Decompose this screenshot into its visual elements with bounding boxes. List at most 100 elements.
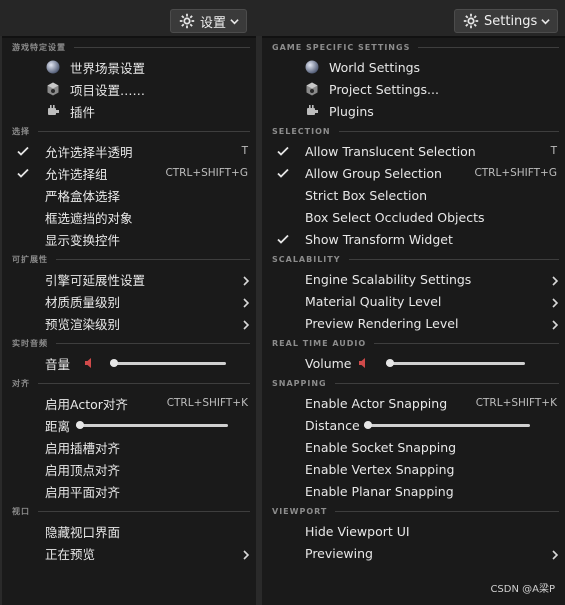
menu-item-label: 项目设置…… — [70, 82, 146, 98]
menu-item-label: Preview Rendering Level — [305, 315, 459, 331]
menu-item-label: Material Quality Level — [305, 293, 442, 309]
shortcut-text: CTRL+SHIFT+K — [475, 397, 557, 409]
gear-icon — [463, 13, 479, 29]
menu-item[interactable]: 启用平面对齐 — [2, 480, 256, 502]
menu-item[interactable]: Plugins — [262, 100, 565, 122]
settings-button-en[interactable]: Settings — [454, 9, 559, 33]
checkmark-icon — [16, 144, 30, 158]
section-divider — [38, 130, 250, 132]
menu-item[interactable]: 音量 — [2, 352, 256, 374]
section-title: REAL TIME AUDIO — [272, 338, 367, 348]
section-title: 视口 — [12, 506, 30, 516]
menu-item[interactable]: 距离 — [2, 414, 256, 436]
menu-item-label: Plugins — [329, 103, 374, 119]
chevron-right-icon — [242, 296, 250, 308]
section-header: 对齐 — [2, 374, 256, 392]
distance-slider[interactable] — [364, 421, 530, 429]
section-divider — [348, 258, 559, 260]
slider-thumb[interactable] — [110, 359, 118, 367]
menu-item-label: Allow Group Selection — [305, 165, 442, 181]
menu-item-label: Previewing — [305, 545, 373, 561]
menu-item[interactable]: Hide Viewport UI — [262, 520, 565, 542]
section-header: SCALABILITY — [262, 250, 565, 268]
menu-item[interactable]: 显示变换控件 — [2, 228, 256, 250]
menu-item-label: Enable Socket Snapping — [305, 439, 457, 455]
section-header: 实时音频 — [2, 334, 256, 352]
menu-item[interactable]: 严格盒体选择 — [2, 184, 256, 206]
menu-item[interactable]: 框选遮挡的对象 — [2, 206, 256, 228]
menu-item[interactable]: 项目设置…… — [2, 78, 256, 100]
globe-icon — [304, 59, 320, 75]
menu-item[interactable]: 允许选择半透明 T — [2, 140, 256, 162]
menu-item[interactable]: Previewing — [262, 542, 565, 564]
menu-item[interactable]: 允许选择组 CTRL+SHIFT+G — [2, 162, 256, 184]
menu-item[interactable]: Enable Socket Snapping — [262, 436, 565, 458]
menu-item[interactable]: Enable Planar Snapping — [262, 480, 565, 502]
menu-item-label: 启用顶点对齐 — [45, 462, 121, 478]
menu-item[interactable]: 启用Actor对齐 CTRL+SHIFT+K — [2, 392, 256, 414]
menu-item[interactable]: 正在预览 — [2, 542, 256, 564]
distance-slider[interactable] — [76, 421, 228, 429]
menu-item[interactable]: 材质质量级别 — [2, 290, 256, 312]
menu-item[interactable]: World Settings — [262, 56, 565, 78]
shortcut-text: CTRL+SHIFT+K — [166, 397, 248, 409]
menu-item-label: Strict Box Selection — [305, 187, 428, 203]
section-title: SCALABILITY — [272, 254, 341, 264]
menu-item[interactable]: Engine Scalability Settings — [262, 268, 565, 290]
menu-item[interactable]: Enable Vertex Snapping — [262, 458, 565, 480]
shortcut-text: CTRL+SHIFT+G — [474, 167, 557, 179]
menu-item[interactable]: 预览渲染级别 — [2, 312, 256, 334]
section-header: SNAPPING — [262, 374, 565, 392]
menu-item-label: Allow Translucent Selection — [305, 143, 476, 159]
menu-item[interactable]: Project Settings... — [262, 78, 565, 100]
section-header: 选择 — [2, 122, 256, 140]
menu-item-label: 插件 — [70, 104, 96, 120]
chevron-right-icon — [551, 296, 559, 308]
menu-item-label: 框选遮挡的对象 — [45, 210, 133, 226]
menu-item-label: 严格盒体选择 — [45, 188, 121, 204]
settings-button-label: Settings — [484, 13, 538, 29]
section-title: 对齐 — [12, 378, 30, 388]
menu-item-label: Hide Viewport UI — [305, 523, 410, 539]
menu-item-label: Project Settings... — [329, 81, 439, 97]
menu-item[interactable]: Strict Box Selection — [262, 184, 565, 206]
section-divider — [374, 342, 559, 344]
slider-thumb[interactable] — [364, 421, 372, 429]
menu-item-label: 隐藏视口界面 — [45, 524, 121, 540]
menu-item[interactable]: 插件 — [2, 100, 256, 122]
section-divider — [334, 382, 559, 384]
menu-item-label: World Settings — [329, 59, 421, 75]
menu-item[interactable]: 启用插槽对齐 — [2, 436, 256, 458]
slider-thumb[interactable] — [386, 359, 394, 367]
menu-item[interactable]: Show Transform Widget — [262, 228, 565, 250]
menu-item[interactable]: Allow Translucent Selection T — [262, 140, 565, 162]
menu-item[interactable]: Enable Actor Snapping CTRL+SHIFT+K — [262, 392, 565, 414]
menu-item-label: Volume — [305, 355, 352, 371]
menu-item-label: 允许选择组 — [45, 166, 108, 182]
section-header: 可扩展性 — [2, 250, 256, 268]
section-title: SELECTION — [272, 126, 331, 136]
section-header: GAME SPECIFIC SETTINGS — [262, 38, 565, 56]
menu-item[interactable]: Volume — [262, 352, 565, 374]
chevron-right-icon — [551, 318, 559, 330]
volume-slider[interactable] — [386, 359, 525, 367]
menu-item[interactable]: 隐藏视口界面 — [2, 520, 256, 542]
section-divider — [418, 46, 559, 48]
menu-item[interactable]: 引擎可延展性设置 — [2, 268, 256, 290]
menu-item[interactable]: 启用顶点对齐 — [2, 458, 256, 480]
volume-slider[interactable] — [110, 359, 226, 367]
menu-item-label: 启用Actor对齐 — [45, 396, 128, 412]
menu-item[interactable]: Distance — [262, 414, 565, 436]
speaker-icon — [84, 357, 94, 369]
menu-item[interactable]: Preview Rendering Level — [262, 312, 565, 334]
menu-item[interactable]: Box Select Occluded Objects — [262, 206, 565, 228]
section-header: SELECTION — [262, 122, 565, 140]
menu-item-label: Enable Actor Snapping — [305, 395, 448, 411]
menu-item-label: Enable Planar Snapping — [305, 483, 454, 499]
menu-item[interactable]: Material Quality Level — [262, 290, 565, 312]
menu-item[interactable]: 世界场景设置 — [2, 56, 256, 78]
settings-button-zh[interactable]: 设置 — [170, 9, 248, 33]
plugin-icon — [304, 103, 320, 119]
menu-item[interactable]: Allow Group Selection CTRL+SHIFT+G — [262, 162, 565, 184]
slider-thumb[interactable] — [76, 421, 84, 429]
